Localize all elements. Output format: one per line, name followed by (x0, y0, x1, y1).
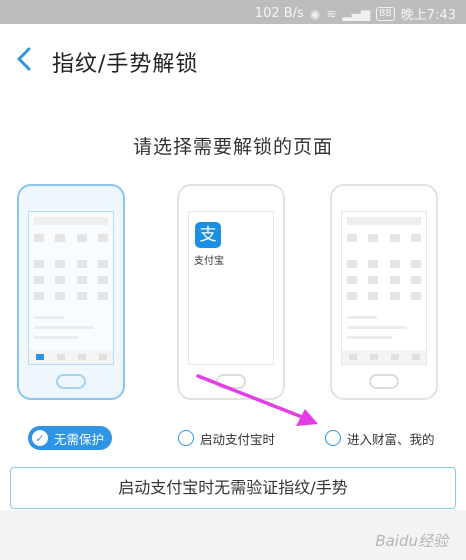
eye-icon: ◉ (309, 6, 321, 21)
mini-icon-row (34, 292, 108, 300)
mini-text-line (34, 316, 64, 319)
status-bar: 102 B/s ◉ ≋ ▂▄▆ 88 晚上7:43 (0, 0, 466, 24)
mini-icon-row (34, 260, 108, 268)
mini-icon-row (34, 276, 108, 284)
page-title: 指纹/手势解锁 (52, 52, 199, 77)
status-bar-right: 102 B/s ◉ ≋ ▂▄▆ 88 晚上7:43 (255, 4, 456, 23)
mini-text-line (347, 326, 407, 329)
back-button[interactable] (12, 44, 38, 74)
mini-text-line (347, 316, 377, 319)
section-subtitle: 请选择需要解锁的页面 (132, 136, 333, 158)
home-button (369, 374, 399, 389)
check-icon: ✓ (32, 430, 48, 446)
mini-text-line (34, 326, 94, 329)
signal-icon: ▂▄▆ (342, 6, 371, 21)
home-button (56, 374, 86, 389)
mini-icon-row (347, 260, 421, 268)
mini-tab-bar (342, 350, 426, 364)
phone-screen: 支 支付宝 (188, 211, 274, 365)
phone-preview-wealth[interactable] (330, 184, 438, 400)
option-launch-alipay[interactable]: 启动支付宝时 (178, 426, 275, 450)
alipay-logo-icon: 支 (195, 222, 221, 248)
battery-icon: 88 (376, 6, 395, 21)
mini-tab-bar (29, 350, 113, 364)
home-button (216, 374, 246, 389)
mini-search-bar (347, 217, 421, 225)
mini-icon-row (34, 234, 108, 242)
mini-icon-row (347, 276, 421, 284)
chevron-left-icon (17, 47, 31, 71)
option-label: 进入财富、我的 (347, 431, 435, 447)
watermark: Baidu经验 (375, 532, 448, 550)
phone-screen (28, 211, 114, 365)
option-enter-wealth-mine[interactable]: 进入财富、我的 (325, 426, 435, 450)
hint-text-box: 启动支付宝时无需验证指纹/手势 (10, 467, 456, 509)
clock: 晚上7:43 (400, 8, 456, 23)
phone-preview-home[interactable] (17, 184, 125, 400)
wifi-icon: ≋ (326, 6, 337, 21)
title-bar: 指纹/手势解锁 (0, 24, 466, 96)
mini-text-line (34, 336, 79, 339)
option-no-protection[interactable]: ✓ 无需保护 (28, 426, 113, 450)
option-label: 无需保护 (54, 431, 105, 447)
radio-icon (178, 430, 194, 446)
mini-text-line (347, 336, 392, 339)
net-speed: 102 B/s (254, 6, 304, 21)
phone-preview-launch[interactable]: 支 支付宝 (177, 184, 285, 400)
mini-search-bar (34, 217, 108, 225)
radio-icon (325, 430, 341, 446)
phone-screen (341, 211, 427, 365)
mini-icon-row (347, 292, 421, 300)
alipay-label: 支付宝 (194, 256, 224, 267)
mini-icon-row (347, 234, 421, 242)
option-label: 启动支付宝时 (200, 431, 276, 447)
